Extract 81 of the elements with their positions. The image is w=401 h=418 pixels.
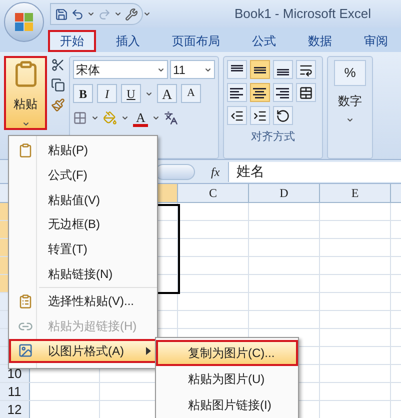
indent-icon <box>253 108 267 122</box>
caret-icon <box>121 114 129 122</box>
customize-caret-icon <box>143 10 151 18</box>
align-button[interactable] <box>227 60 247 79</box>
group-label: 对齐方式 <box>250 130 296 145</box>
fx-label[interactable]: fx <box>211 162 220 180</box>
caret-icon <box>204 66 212 74</box>
italic-button[interactable]: I <box>97 84 117 103</box>
formula-field[interactable]: 姓名 <box>228 162 401 182</box>
ribbon-tab[interactable]: 插入 <box>104 30 152 52</box>
bold-button[interactable]: B <box>73 84 93 103</box>
align-button[interactable] <box>227 83 247 102</box>
ribbon-tab[interactable]: 数据 <box>296 30 344 52</box>
align-icon <box>276 86 290 98</box>
font-size-field[interactable]: 11 <box>170 60 215 79</box>
undo-icon[interactable] <box>71 8 84 20</box>
align-icon <box>253 86 267 98</box>
align-button[interactable] <box>227 106 247 125</box>
outdent-icon <box>230 108 244 122</box>
underline-button[interactable]: U <box>121 84 141 103</box>
copy-icon[interactable] <box>51 78 65 92</box>
menu-item[interactable]: 选择性粘贴(V)... <box>9 289 157 314</box>
menu-item[interactable]: 转置(T) <box>9 236 157 262</box>
ribbon-tab[interactable]: 开始 <box>48 30 96 52</box>
row-header[interactable]: 12 <box>0 401 30 418</box>
cut-icon[interactable] <box>51 58 65 72</box>
menu-item[interactable]: 以图片格式(A) <box>9 338 157 364</box>
menu-item[interactable]: 粘贴为图片(U) <box>156 366 298 392</box>
align-button[interactable] <box>273 106 293 125</box>
window-title: Book1 - Microsoft Excel <box>234 5 371 24</box>
menu-item[interactable]: 粘贴值(V) <box>9 187 157 212</box>
shrink-font-button[interactable]: A <box>181 84 201 103</box>
image-icon <box>18 343 32 358</box>
expand-name-box-icon[interactable] <box>155 164 195 180</box>
caret-icon <box>22 120 30 128</box>
align-button[interactable] <box>296 60 316 79</box>
menu-item[interactable]: 无边框(B) <box>9 212 157 237</box>
row-header[interactable]: 11 <box>0 383 30 400</box>
caret-icon <box>145 90 153 98</box>
rotate-icon <box>276 108 290 122</box>
clipboard-icon <box>18 294 32 309</box>
phonetic-icon[interactable] <box>164 110 178 124</box>
menu-item[interactable]: 粘贴图片链接(I) <box>156 392 298 418</box>
column-header[interactable]: D <box>249 184 320 202</box>
font-name-field[interactable]: 宋体 <box>73 60 168 79</box>
office-logo-icon <box>14 12 34 32</box>
align-button[interactable] <box>296 83 316 102</box>
number-label[interactable]: 数字 <box>338 92 362 110</box>
percent-button[interactable]: % <box>334 60 366 86</box>
paste-button[interactable]: 粘贴 <box>4 56 47 130</box>
align-button[interactable] <box>273 83 293 102</box>
caret-icon <box>87 10 95 18</box>
wrap-text-icon <box>299 62 313 76</box>
ribbon-tab[interactable]: 审阅 <box>352 30 400 52</box>
menu-item[interactable]: 复制为图片(C)... <box>156 340 298 366</box>
tools-icon[interactable] <box>125 8 138 20</box>
align-icon <box>230 86 244 98</box>
font-color-button[interactable]: A <box>133 108 148 127</box>
align-button[interactable] <box>250 106 270 125</box>
column-header[interactable]: E <box>320 184 391 202</box>
menu-item[interactable]: 粘贴链接(N) <box>9 261 157 286</box>
merge-icon <box>299 86 313 100</box>
column-header[interactable]: C <box>178 184 249 202</box>
grow-font-button[interactable]: A <box>157 84 177 103</box>
clipboard-icon <box>18 142 32 158</box>
menu-item[interactable]: 公式(F) <box>9 162 157 188</box>
fill-color-icon[interactable] <box>103 110 117 124</box>
caret-icon <box>114 10 122 18</box>
caret-icon <box>91 114 99 122</box>
caret-icon <box>157 66 165 74</box>
border-icon[interactable] <box>73 110 87 124</box>
menu-item[interactable]: 粘贴(P) <box>9 138 157 163</box>
save-icon[interactable] <box>55 8 68 20</box>
ribbon-tab[interactable]: 页面布局 <box>160 30 232 52</box>
caret-icon <box>152 114 160 122</box>
align-button[interactable] <box>273 60 293 79</box>
format-painter-icon[interactable] <box>51 98 65 112</box>
align-button[interactable] <box>250 83 270 102</box>
ribbon-tab[interactable]: 公式 <box>240 30 288 52</box>
caret-icon <box>346 116 354 124</box>
align-button[interactable] <box>250 60 270 79</box>
